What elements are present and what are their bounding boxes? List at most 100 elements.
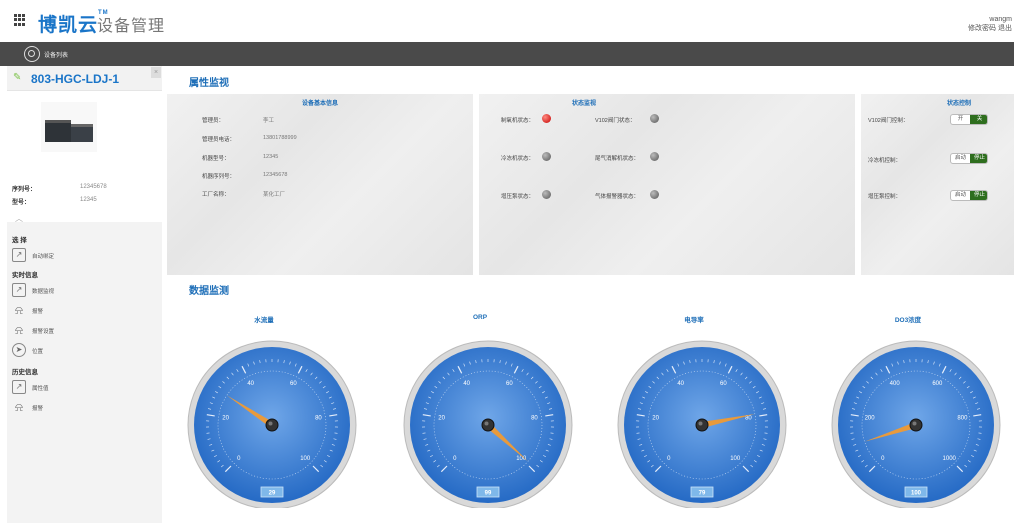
- sidebar: ✎ 803-HGC-LDJ-1 × 序列号： 12345678 型号： 1234…: [7, 66, 162, 523]
- info-label: 管理员：: [202, 118, 225, 124]
- gauge-svg: 02040 608010099: [403, 340, 573, 510]
- gauge-hub: [481, 418, 495, 432]
- menu-item-auto-bind[interactable]: ↗ 自动绑定: [12, 248, 152, 262]
- nav-bar: 设备列表: [0, 42, 1014, 66]
- gauge-tick-label: 20: [438, 416, 445, 422]
- bell-icon: ⍾: [15, 303, 23, 317]
- menu-item-alarm[interactable]: ⍾ 报警: [12, 303, 152, 317]
- basic-info-title: 设备基本信息: [301, 101, 338, 107]
- top-bar: 博凯云TM 设备管理 wangm 修改密码 退出: [0, 0, 1014, 42]
- menu-item-data-monitor[interactable]: ↗ 数据监视: [12, 283, 152, 297]
- account-links[interactable]: 修改密码 退出: [968, 24, 1012, 33]
- control-label: 冷冻机控制：: [868, 158, 902, 164]
- device-list-link[interactable]: 设备列表: [44, 50, 68, 59]
- menu-group-realtime: 实时信息: [12, 272, 38, 279]
- status-label: 冷冻机状态：: [501, 156, 535, 162]
- menu-item-attribute-values[interactable]: ↗ 属性值: [12, 380, 152, 394]
- status-led: [650, 114, 659, 123]
- info-value: 13801788999: [263, 135, 297, 141]
- gauge-tick-label: 600: [932, 381, 943, 387]
- gauge-tick-label: 80: [315, 416, 322, 422]
- gauge-tick-label: 60: [290, 381, 297, 387]
- gauge-hub-highlight: [698, 421, 703, 426]
- app-grid-icon[interactable]: [14, 14, 26, 26]
- gauge-tick-label: 20: [222, 416, 229, 422]
- gauge-title: 电导率: [684, 317, 704, 324]
- gauge-orp: 0 20 40 60 80 100 99: [398, 338, 578, 510]
- search-icon[interactable]: [24, 46, 40, 62]
- menu-group-select: 选 择: [12, 237, 27, 244]
- gauge-tick-label: 100: [730, 456, 741, 462]
- trend-icon: ↗: [12, 380, 26, 394]
- trend-icon: ↗: [12, 283, 26, 297]
- gauge-tick-label: 60: [720, 381, 727, 387]
- gauge-svg: 0200400 6008001000100: [831, 340, 1001, 510]
- status-label: 尾气消解机状态：: [595, 156, 640, 162]
- gauge-conductivity: 0 20 40 60 80 100 79: [612, 338, 792, 510]
- status-led: [542, 152, 551, 161]
- info-value: 李工: [263, 118, 275, 124]
- trend-icon: ↗: [12, 248, 26, 262]
- info-value: 12345: [263, 154, 279, 160]
- v102-toggle[interactable]: 开 关: [950, 114, 988, 125]
- brand-subtitle: 设备管理: [97, 18, 166, 35]
- status-control-panel: 状态控制 V102阀门控制： 开 关 冷冻机控制： 启动 停止 增压泵控制： 启…: [861, 94, 1014, 275]
- user-area: wangm 修改密码 退出: [968, 15, 1012, 33]
- info-label: 机器序列号：: [202, 174, 236, 180]
- menu-item-alarm-settings[interactable]: ⍾ 报警设置: [12, 323, 152, 337]
- status-led-red: [542, 114, 551, 123]
- gauge-title: DO3浓度: [894, 317, 922, 324]
- info-label: 管理员电话：: [202, 137, 236, 143]
- gauge-tick-label: 40: [247, 381, 254, 387]
- status-monitor-title: 状态监视: [571, 101, 596, 107]
- device-name: 803-HGC-LDJ-1: [31, 72, 120, 86]
- menu-item-location[interactable]: ➤ 位置: [12, 343, 152, 357]
- info-label: 工厂名称：: [202, 192, 230, 198]
- sidebar-menu: 选 择 ↗ 自动绑定 实时信息 ↗ 数据监视 ⍾ 报警 ⍾ 报警设置 ➤ 位置 …: [7, 222, 162, 523]
- status-label: 气体报警器状态：: [595, 194, 640, 200]
- status-monitor-panel: 状态监视 制氧机状态： V102阀门状态： 冷冻机状态： 尾气消解机状态： 增压…: [479, 94, 855, 275]
- status-control-title: 状态控制: [946, 101, 971, 107]
- status-label: 制氧机状态：: [501, 118, 535, 124]
- menu-group-history: 历史信息: [12, 369, 38, 376]
- gauge-tick-label: 100: [300, 456, 311, 462]
- gauge-tick-label: 1000: [943, 456, 957, 462]
- gauge-value: 99: [485, 491, 492, 497]
- device-header: ✎ 803-HGC-LDJ-1 ×: [7, 66, 162, 91]
- gauge-tick-label: 40: [463, 381, 470, 387]
- status-label: 增压泵状态：: [501, 194, 535, 200]
- gauge-tick-label: 40: [677, 381, 684, 387]
- close-icon[interactable]: ×: [151, 67, 161, 78]
- status-led: [650, 190, 659, 199]
- control-label: V102阀门控制：: [868, 118, 909, 124]
- gauge-do3: 0 200 400 600 800 1000 100: [826, 338, 1006, 510]
- info-value: 12345678: [263, 172, 288, 178]
- gauge-tick-label: 100: [516, 456, 527, 462]
- info-label: 机器型号：: [202, 156, 230, 162]
- attr-monitor-title: 属性监视: [189, 78, 229, 89]
- status-led: [650, 152, 659, 161]
- gauge-hub-highlight: [912, 421, 917, 426]
- control-label: 增压泵控制：: [868, 194, 902, 200]
- serial-row: 序列号： 12345678: [12, 184, 107, 193]
- menu-item-alarm-history[interactable]: ⍾ 报警: [12, 400, 152, 414]
- gauge-tick-label: 80: [531, 416, 538, 422]
- bell-icon: ⍾: [15, 323, 23, 337]
- gauge-svg: 02040 608010079: [617, 340, 787, 510]
- gauge-tick-label: 200: [865, 416, 876, 422]
- gauge-hub: [265, 418, 279, 432]
- gauge-title: 水流量: [254, 317, 274, 324]
- gauge-hub: [909, 418, 923, 432]
- gauge-hub: [695, 418, 709, 432]
- model-row: 型号： 12345: [12, 197, 97, 206]
- gauge-tick-label: 800: [957, 416, 968, 422]
- gauge-hub-highlight: [268, 421, 273, 426]
- gauge-tick-label: 20: [652, 416, 659, 422]
- data-monitor-title: 数据监测: [189, 286, 229, 297]
- basic-info-panel: 设备基本信息 管理员： 李工 管理员电话： 13801788999 机器型号： …: [167, 94, 473, 275]
- gauge-value: 29: [269, 491, 276, 497]
- chiller-toggle[interactable]: 启动 停止: [950, 153, 988, 164]
- info-value: 某化工厂: [263, 192, 286, 198]
- status-label: V102阀门状态：: [595, 118, 636, 124]
- booster-pump-toggle[interactable]: 启动 停止: [950, 190, 988, 201]
